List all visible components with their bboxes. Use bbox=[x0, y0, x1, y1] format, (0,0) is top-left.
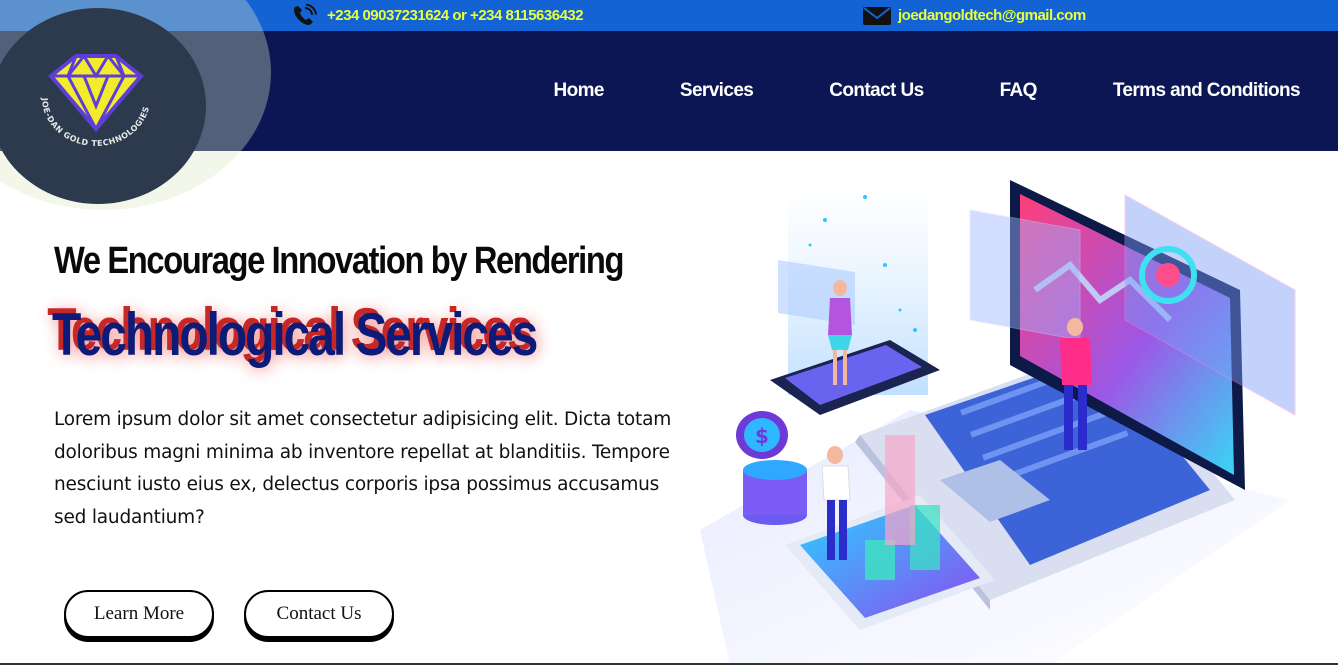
phone-contact[interactable]: +234 09037231624 or +234 8115636432 bbox=[291, 0, 584, 31]
isometric-laptop-illustration-icon: $ bbox=[690, 170, 1310, 665]
phone-icon bbox=[291, 3, 321, 28]
svg-text:$: $ bbox=[755, 424, 769, 448]
hero-subheadline: Technological Services bbox=[52, 301, 538, 368]
email-contact[interactable]: joedangoldtech@gmail.com bbox=[862, 0, 1086, 31]
hero-description: Lorem ipsum dolor sit amet consectetur a… bbox=[54, 409, 672, 528]
phone-numbers: +234 09037231624 or +234 8115636432 bbox=[327, 7, 584, 24]
nav-link-services[interactable]: Services bbox=[680, 80, 754, 102]
coin-stack-icon: $ bbox=[736, 411, 807, 525]
learn-more-button[interactable]: Learn More bbox=[64, 590, 214, 638]
diamond-icon bbox=[48, 54, 144, 133]
company-logo[interactable]: JOE-DAN GOLD TECHNOLOGIES bbox=[28, 46, 164, 150]
nav-link-faq[interactable]: FAQ bbox=[1000, 80, 1038, 102]
nav-link-contact-us[interactable]: Contact Us bbox=[829, 80, 924, 102]
email-address: joedangoldtech@gmail.com bbox=[898, 7, 1086, 24]
hero-headline: We Encourage Innovation by Rendering bbox=[54, 240, 624, 282]
envelope-icon bbox=[862, 6, 892, 26]
nav-link-home[interactable]: Home bbox=[553, 80, 604, 102]
nav-menu: Home Services Contact Us FAQ Terms and C… bbox=[477, 31, 1300, 151]
contact-us-button[interactable]: Contact Us bbox=[244, 590, 394, 638]
nav-link-terms[interactable]: Terms and Conditions bbox=[1113, 80, 1301, 102]
